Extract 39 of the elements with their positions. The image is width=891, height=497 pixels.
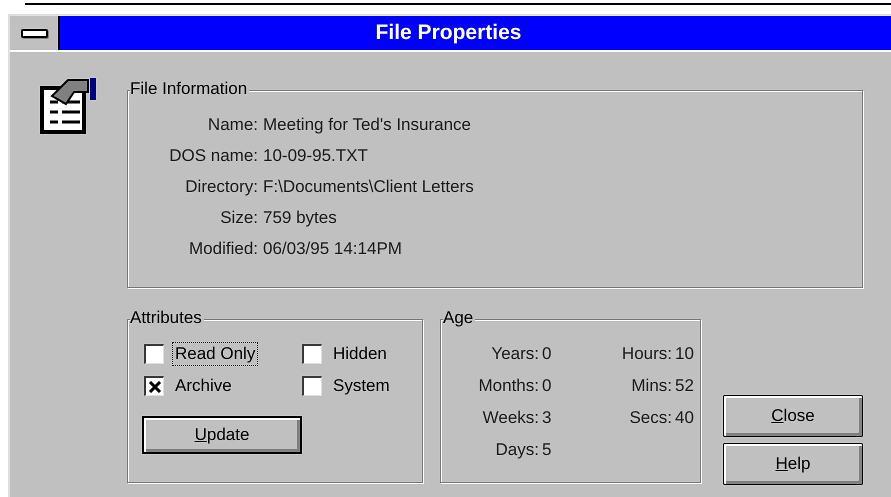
age-value: 40 <box>675 407 695 429</box>
field-label: Name: <box>206 114 258 136</box>
field-label: Size: <box>219 207 258 229</box>
age-label: Months: <box>478 375 539 397</box>
field-label: Modified: <box>188 238 258 260</box>
checkbox[interactable] <box>302 376 322 396</box>
field-value: F:\Documents\Client Letters <box>263 176 475 198</box>
checkbox[interactable] <box>144 344 164 364</box>
age-value: 10 <box>675 343 695 365</box>
age-label: Years: <box>490 343 539 365</box>
age-value: 5 <box>542 439 552 461</box>
age-label: Hours: <box>620 343 672 365</box>
window-title: File Properties <box>376 20 522 46</box>
checkbox-label: Read Only <box>173 343 258 365</box>
dialog-button[interactable]: Close <box>723 395 863 437</box>
age-value: 0 <box>542 375 552 397</box>
field-label: DOS name: <box>168 145 258 167</box>
age-label: Mins: <box>630 375 672 397</box>
field-value: Meeting for Ted's Insurance <box>263 114 472 136</box>
field-value: 06/03/95 14:14PM <box>263 238 403 260</box>
checkbox-label: Archive <box>174 375 233 397</box>
dialog-button[interactable]: Help <box>723 443 863 485</box>
field-label: Directory: <box>184 176 258 198</box>
age-label: Days: <box>494 439 539 461</box>
update-button[interactable]: Update <box>142 416 302 454</box>
system-menu-button[interactable] <box>10 16 60 50</box>
minus-icon <box>20 28 48 38</box>
age-label: Weeks: <box>482 407 539 429</box>
checkbox[interactable] <box>144 376 164 396</box>
checkbox-label: System <box>332 375 391 397</box>
check-mark-icon <box>148 380 160 392</box>
checkbox[interactable] <box>302 344 322 364</box>
field-value: 759 bytes <box>263 207 338 229</box>
age-value: 52 <box>675 375 695 397</box>
age-label: Secs: <box>628 407 672 429</box>
field-value: 10-09-95.TXT <box>263 145 369 167</box>
age-value: 0 <box>542 343 552 365</box>
age-value: 3 <box>542 407 552 429</box>
checkbox-label: Hidden <box>332 343 388 365</box>
